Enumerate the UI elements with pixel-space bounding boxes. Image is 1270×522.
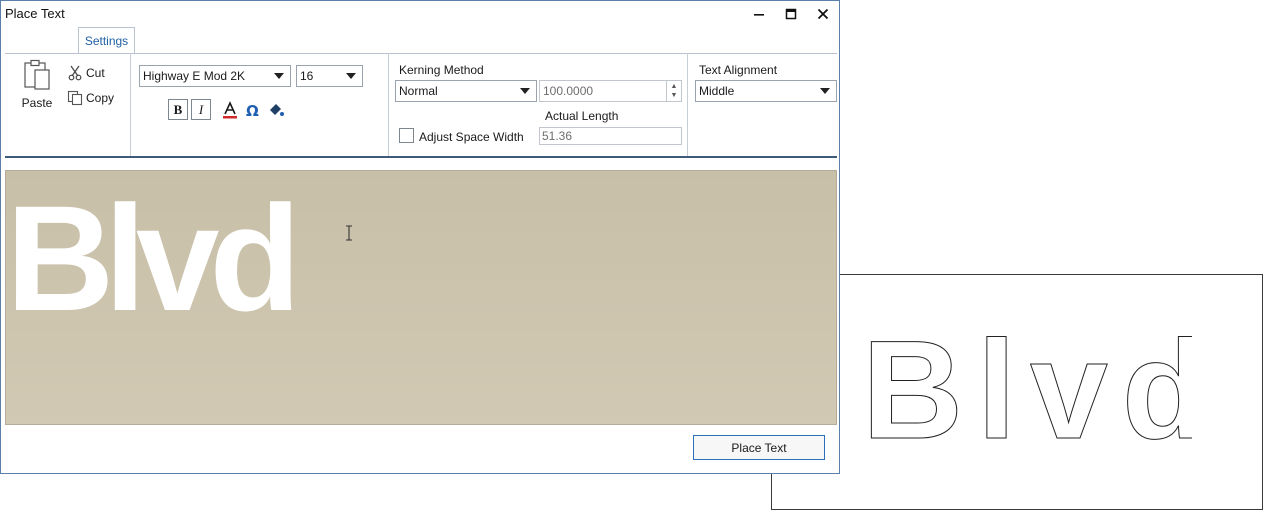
title-bar[interactable]: Place Text	[1, 1, 839, 27]
cut-label: Cut	[86, 66, 105, 80]
maximize-icon	[785, 8, 797, 20]
font-size-select[interactable]: 16	[296, 65, 363, 87]
paste-icon	[24, 59, 50, 90]
adjust-space-label: Adjust Space Width	[419, 130, 524, 144]
cut-button[interactable]: Cut	[67, 63, 105, 83]
symbol-button[interactable]: Ω	[243, 100, 263, 120]
chevron-down-icon[interactable]	[514, 81, 536, 101]
window-title: Place Text	[5, 6, 65, 21]
scissors-icon	[68, 65, 82, 81]
fill-bucket-icon	[270, 104, 284, 116]
chevron-down-icon[interactable]	[814, 81, 836, 101]
italic-button[interactable]: I	[191, 99, 211, 120]
drawing-outline-text: Blvd	[862, 318, 1192, 458]
close-icon	[817, 8, 829, 20]
kerning-method-select[interactable]: Normal	[395, 80, 537, 102]
font-color-button[interactable]	[220, 100, 240, 120]
tab-settings[interactable]: Settings	[78, 27, 135, 53]
maximize-button[interactable]	[775, 3, 807, 25]
text-preview-area[interactable]: Blvd	[5, 170, 837, 425]
kerning-value-stepper[interactable]: 100.0000 ▲ ▼	[539, 80, 682, 102]
font-family-value: Highway E Mod 2K	[143, 69, 246, 83]
font-size-value: 16	[300, 69, 314, 83]
copy-label: Copy	[86, 91, 115, 105]
preview-text: Blvd	[6, 174, 301, 342]
text-alignment-select[interactable]: Middle	[695, 80, 837, 102]
minimize-button[interactable]	[743, 3, 775, 25]
font-color-icon	[223, 101, 237, 119]
place-text-dialog: Place Text Settings Paste Cut Copy Highw…	[0, 0, 840, 474]
minimize-icon	[754, 14, 764, 16]
chevron-down-icon[interactable]	[268, 66, 290, 86]
ribbon-separator	[388, 53, 389, 156]
fill-color-button[interactable]	[266, 100, 286, 120]
svg-text:Ω: Ω	[246, 102, 259, 119]
ribbon-separator	[130, 53, 131, 156]
ribbon-divider	[5, 156, 837, 158]
actual-length-label: Actual Length	[545, 109, 619, 123]
omega-symbol-icon: Ω	[246, 102, 259, 119]
kerning-method-label: Kerning Method	[399, 63, 484, 77]
text-alignment-value: Middle	[699, 84, 735, 98]
ribbon-separator	[687, 53, 688, 156]
chevron-down-icon[interactable]	[340, 66, 362, 86]
adjust-space-checkbox[interactable]	[399, 128, 414, 143]
text-alignment-label: Text Alignment	[699, 63, 778, 77]
bold-button[interactable]: B	[168, 99, 188, 120]
close-button[interactable]	[807, 3, 839, 25]
actual-length-field: 51.36	[539, 127, 682, 145]
kerning-method-value: Normal	[399, 84, 438, 98]
copy-icon	[67, 90, 83, 106]
place-text-button[interactable]: Place Text	[693, 435, 825, 460]
text-cursor-icon	[346, 225, 352, 241]
kerning-value: 100.0000	[543, 84, 594, 98]
font-family-select[interactable]: Highway E Mod 2K	[139, 65, 291, 87]
paste-label: Paste	[21, 96, 53, 110]
copy-button[interactable]: Copy	[67, 88, 114, 108]
svg-text:Blvd: Blvd	[862, 318, 1192, 458]
stepper-arrows-icon[interactable]: ▲ ▼	[666, 81, 681, 101]
paste-button[interactable]: Paste	[15, 59, 59, 111]
